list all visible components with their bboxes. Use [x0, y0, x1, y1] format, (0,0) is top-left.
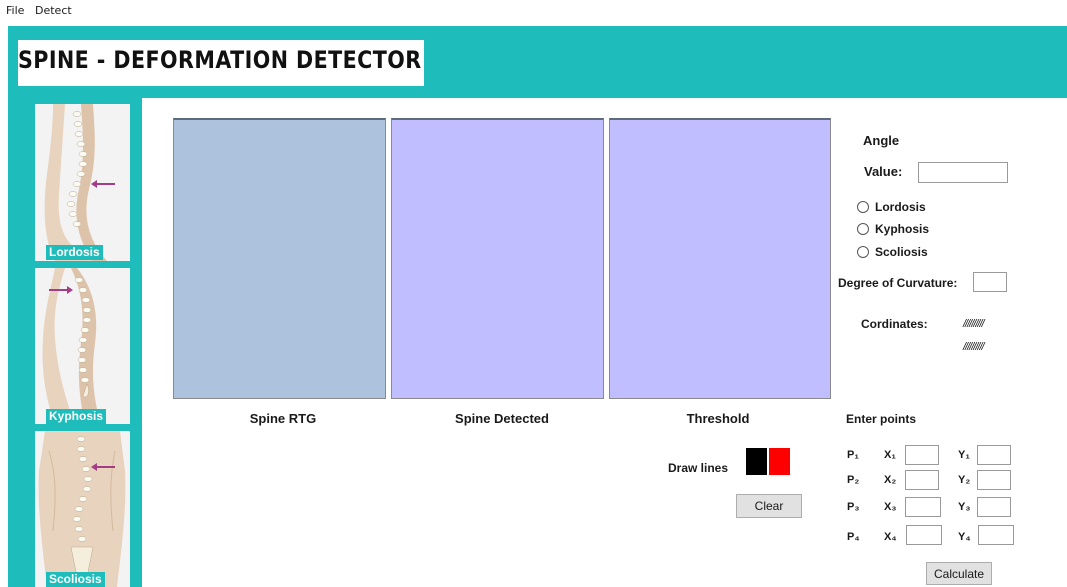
- y3-input[interactable]: [977, 497, 1011, 517]
- scoliosis-label: Scoliosis: [46, 572, 105, 587]
- radio-kyphosis-label: Kyphosis: [875, 222, 930, 236]
- curvature-label: Degree of Curvature:: [838, 276, 958, 290]
- x2-label: X₂: [884, 474, 897, 486]
- angle-heading: Angle: [863, 133, 900, 148]
- scoliosis-illustration: [35, 431, 130, 587]
- radio-lordosis-circle[interactable]: [857, 201, 869, 213]
- coordinates-value-2: //////////: [963, 341, 985, 353]
- radio-scoliosis-circle[interactable]: [857, 246, 869, 258]
- p3-label: P₃: [847, 501, 860, 513]
- coordinates-label: Cordinates:: [861, 317, 928, 331]
- x3-label: X₃: [884, 501, 897, 513]
- kyphosis-spine-image: [42, 268, 101, 424]
- y4-input[interactable]: [978, 525, 1014, 545]
- y1-label: Y₁: [958, 449, 970, 461]
- kyphosis-illustration: [35, 268, 130, 424]
- y4-label: Y₄: [958, 531, 971, 543]
- clear-button[interactable]: Clear: [736, 494, 802, 518]
- spine-rtg-image[interactable]: [173, 118, 386, 399]
- lordosis-illustration: [35, 104, 130, 261]
- radio-scoliosis-label: Scoliosis: [875, 245, 928, 259]
- x2-input[interactable]: [905, 470, 939, 490]
- black-color-swatch[interactable]: [746, 448, 767, 475]
- p4-label: P₄: [847, 531, 860, 543]
- x4-label: X₄: [884, 531, 897, 543]
- value-label: Value:: [864, 164, 903, 179]
- calculate-button[interactable]: Calculate: [926, 562, 992, 585]
- p2-label: P₂: [847, 474, 860, 486]
- spine-detected-label: Spine Detected: [455, 411, 549, 426]
- y2-input[interactable]: [977, 470, 1011, 490]
- spine-rtg-label: Spine RTG: [249, 411, 317, 426]
- p1-label: P₁: [847, 449, 859, 461]
- radio-kyphosis-circle[interactable]: [857, 223, 869, 235]
- radio-lordosis-label: Lordosis: [875, 200, 926, 214]
- title-box: SPINE - DEFORMATION DETECTOR: [18, 40, 424, 86]
- lordosis-label: Lordosis: [46, 245, 103, 260]
- y3-label: Y₃: [958, 501, 971, 513]
- sidebar: Lordosis Kyphosis Scoliosis: [8, 98, 140, 587]
- x1-label: X₁: [884, 449, 896, 461]
- draw-lines-label: Draw lines: [668, 461, 729, 475]
- y2-label: Y₂: [958, 474, 971, 486]
- x1-input[interactable]: [905, 445, 939, 465]
- threshold-image[interactable]: [609, 118, 831, 399]
- menu-detect[interactable]: Detect: [35, 4, 72, 17]
- app-title: SPINE - DEFORMATION DETECTOR: [18, 46, 422, 74]
- x4-input[interactable]: [906, 525, 942, 545]
- curvature-input[interactable]: [973, 272, 1007, 292]
- x3-input[interactable]: [905, 497, 941, 517]
- menu-file[interactable]: File: [6, 4, 24, 17]
- spine-detected-image[interactable]: [391, 118, 604, 399]
- enter-points-heading: Enter points: [846, 412, 917, 426]
- y1-input[interactable]: [977, 445, 1011, 465]
- scoliosis-spine-image: [38, 431, 126, 587]
- kyphosis-label: Kyphosis: [46, 409, 107, 424]
- threshold-label: Threshold: [686, 411, 750, 426]
- app-header: SPINE - DEFORMATION DETECTOR: [8, 26, 1067, 98]
- menu-bar: File Detect: [0, 0, 1067, 20]
- lordosis-spine-image: [44, 104, 115, 261]
- red-color-swatch[interactable]: [769, 448, 790, 475]
- coordinates-value-1: //////////: [963, 318, 985, 330]
- angle-value-input[interactable]: [918, 162, 1008, 183]
